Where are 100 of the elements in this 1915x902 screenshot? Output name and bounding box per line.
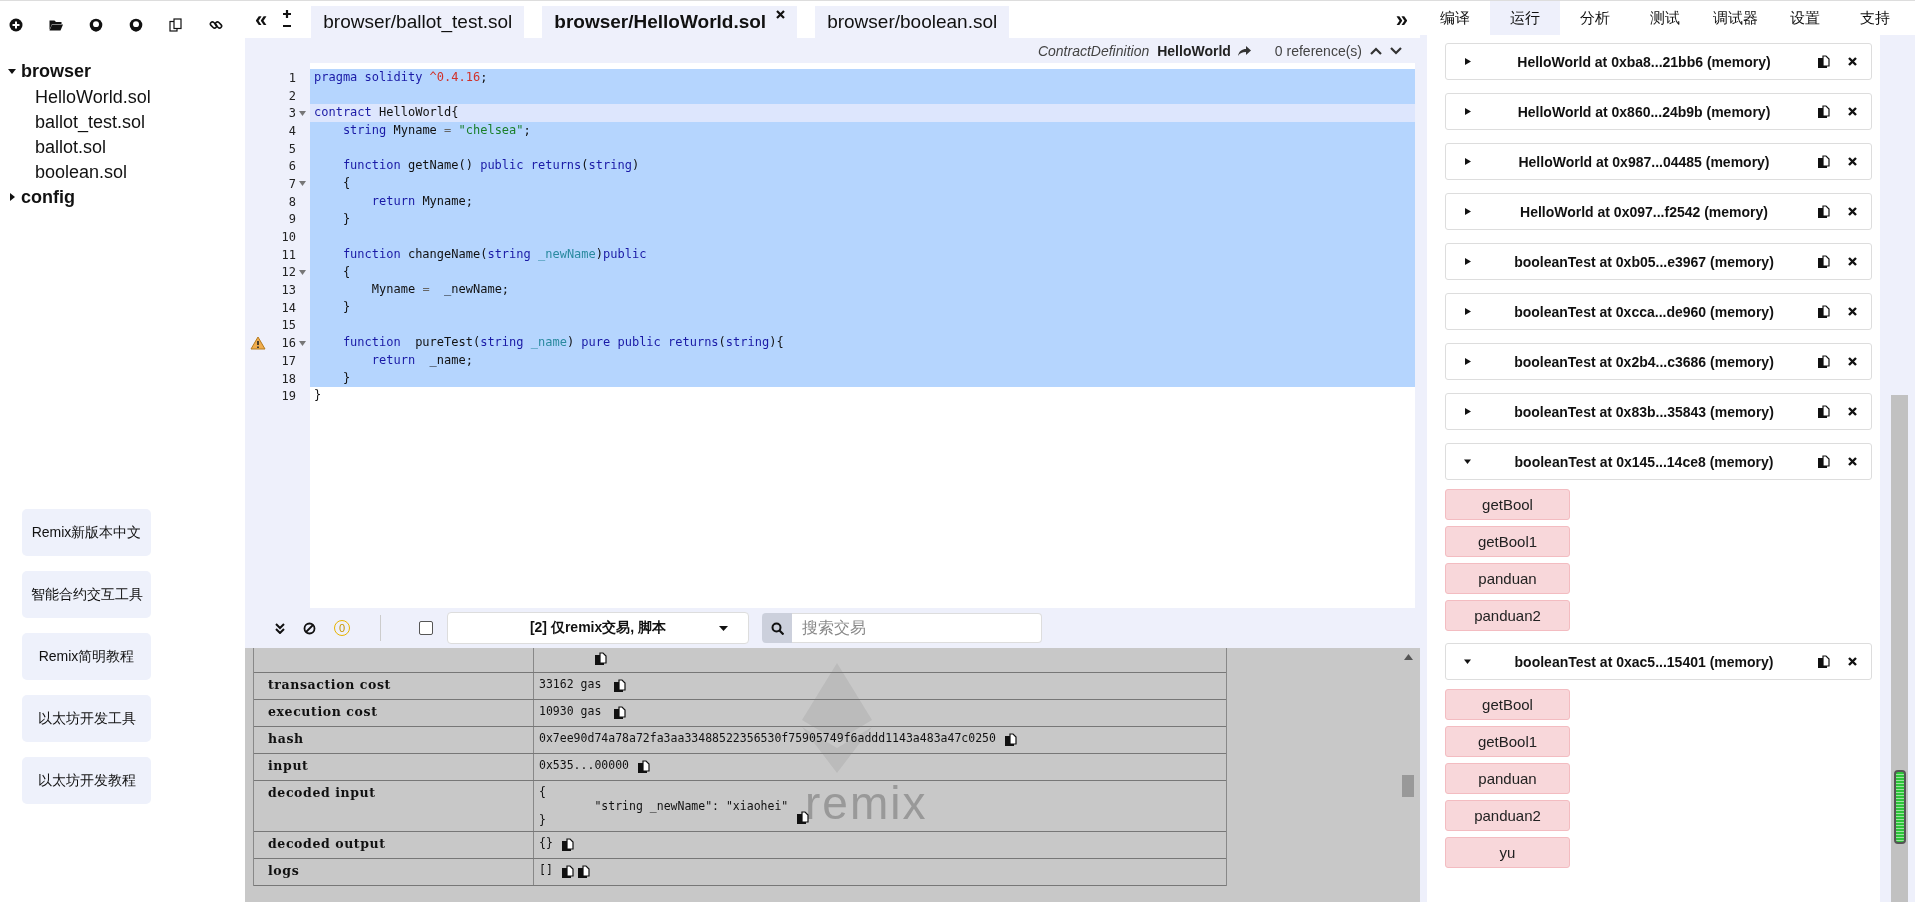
close-icon[interactable]: [1848, 457, 1857, 466]
close-icon[interactable]: [1848, 407, 1857, 416]
close-icon[interactable]: [1848, 657, 1857, 666]
instance-header[interactable]: booleanTest at 0xac5...15401 (memory): [1445, 643, 1872, 680]
function-button[interactable]: getBool: [1445, 689, 1570, 720]
function-button[interactable]: yu: [1445, 837, 1570, 868]
panel-tab[interactable]: 支持: [1840, 1, 1910, 35]
fold-icon[interactable]: [298, 340, 306, 346]
caret-icon[interactable]: [1464, 208, 1471, 215]
close-icon[interactable]: [1848, 357, 1857, 366]
link-button[interactable]: 智能合约交互工具: [22, 571, 151, 618]
filter-dropdown[interactable]: [2] 仅remix交易, 脚本: [447, 612, 749, 644]
caret-icon[interactable]: [1464, 258, 1471, 265]
copy-icon[interactable]: [1817, 54, 1830, 69]
link-icon[interactable]: [209, 18, 223, 32]
editor-tab[interactable]: browser/ballot_test.sol: [311, 6, 525, 38]
caret-icon[interactable]: [1464, 658, 1471, 665]
link-button[interactable]: Remix简明教程: [22, 633, 151, 680]
function-button[interactable]: getBool1: [1445, 526, 1570, 557]
copy-icon[interactable]: [1817, 254, 1830, 269]
file-item[interactable]: boolean.sol: [8, 160, 245, 185]
file-item[interactable]: ballot_test.sol: [8, 110, 245, 135]
panel-tab[interactable]: 调试器: [1700, 1, 1770, 35]
function-button[interactable]: panduan2: [1445, 800, 1570, 831]
file-item[interactable]: HelloWorld.sol: [8, 85, 245, 110]
editor-tab[interactable]: browser/boolean.sol: [815, 6, 1010, 38]
scroll-up-icon[interactable]: [1403, 654, 1413, 660]
close-icon[interactable]: [1848, 257, 1857, 266]
instance-header[interactable]: booleanTest at 0xb05...e3967 (memory): [1445, 243, 1872, 280]
fold-icon[interactable]: [298, 269, 306, 275]
function-button[interactable]: getBool: [1445, 489, 1570, 520]
caret-icon[interactable]: [1464, 58, 1471, 65]
copy-icon[interactable]: [1817, 104, 1830, 119]
copy-icon[interactable]: [613, 679, 627, 693]
folder-name[interactable]: config: [21, 186, 75, 208]
close-icon[interactable]: [776, 10, 786, 19]
close-icon[interactable]: [1848, 157, 1857, 166]
instance-header[interactable]: HelloWorld at 0x860...24b9b (memory): [1445, 93, 1872, 130]
function-button[interactable]: panduan: [1445, 763, 1570, 794]
scroll-handle[interactable]: [1894, 770, 1906, 844]
copy-icon[interactable]: [1817, 454, 1830, 469]
instance-header[interactable]: booleanTest at 0x83b...35843 (memory): [1445, 393, 1872, 430]
folder-name[interactable]: browser: [21, 60, 92, 82]
copy-icon[interactable]: [796, 811, 810, 825]
close-icon[interactable]: [1848, 57, 1857, 66]
copy-icon[interactable]: [1817, 354, 1830, 369]
instance-header[interactable]: booleanTest at 0x2b4...c3686 (memory): [1445, 343, 1872, 380]
panel-tab[interactable]: 运行: [1490, 1, 1560, 35]
collapse-right-button[interactable]: »: [1395, 6, 1408, 33]
copy-icon[interactable]: [560, 838, 574, 852]
chevron-down-icon[interactable]: [1390, 46, 1402, 55]
caret-icon[interactable]: [1464, 308, 1471, 315]
file-item[interactable]: ballot.sol: [8, 135, 245, 160]
copy-icon[interactable]: [594, 652, 607, 666]
caret-icon[interactable]: [1464, 408, 1471, 415]
scrollbar-thumb[interactable]: [1402, 775, 1414, 797]
filter-checkbox[interactable]: [419, 621, 433, 635]
search-button[interactable]: [762, 613, 792, 643]
caret-icon[interactable]: [1464, 108, 1471, 115]
copy-icon[interactable]: [169, 18, 183, 32]
scrollbar-thumb[interactable]: [1891, 395, 1908, 902]
link-button[interactable]: 以太坊开发工具: [22, 695, 151, 742]
copy-icon[interactable]: [560, 865, 574, 879]
function-button[interactable]: panduan: [1445, 563, 1570, 594]
instance-header[interactable]: HelloWorld at 0x097...f2542 (memory): [1445, 193, 1872, 230]
panel-tab[interactable]: 分析: [1560, 1, 1630, 35]
instance-header[interactable]: booleanTest at 0x145...14ce8 (memory): [1445, 443, 1872, 480]
copy-icon[interactable]: [637, 760, 650, 774]
panel-tab[interactable]: 设置: [1770, 1, 1840, 35]
link-button[interactable]: 以太坊开发教程: [22, 757, 151, 804]
link-button[interactable]: Remix新版本中文: [22, 509, 151, 556]
instance-header[interactable]: booleanTest at 0xcca...de960 (memory): [1445, 293, 1872, 330]
instance-header[interactable]: HelloWorld at 0x987...04485 (memory): [1445, 143, 1872, 180]
fold-icon[interactable]: [298, 181, 306, 187]
caret-icon[interactable]: [1464, 158, 1471, 165]
copy-icon[interactable]: [613, 706, 627, 720]
instance-header[interactable]: HelloWorld at 0xba8...21bb6 (memory): [1445, 43, 1872, 80]
copy-icon[interactable]: [1817, 304, 1830, 319]
copy-icon[interactable]: [576, 865, 590, 879]
panel-tab[interactable]: 编译: [1420, 1, 1490, 35]
caret-icon[interactable]: [8, 193, 16, 201]
copy-icon[interactable]: [1817, 204, 1830, 219]
clear-icon[interactable]: [303, 621, 316, 635]
chevron-up-icon[interactable]: [1370, 46, 1382, 55]
add-icon[interactable]: [9, 18, 23, 32]
search-field[interactable]: 搜索交易: [792, 613, 1042, 643]
close-icon[interactable]: [1848, 107, 1857, 116]
close-icon[interactable]: [1848, 307, 1857, 316]
caret-icon[interactable]: [8, 67, 16, 75]
share-icon[interactable]: [1236, 44, 1251, 57]
copy-icon[interactable]: [1817, 404, 1830, 419]
function-button[interactable]: panduan2: [1445, 600, 1570, 631]
folder-icon[interactable]: [49, 18, 63, 32]
panel-tab[interactable]: 测试: [1630, 1, 1700, 35]
fold-icon[interactable]: [298, 110, 306, 116]
caret-icon[interactable]: [1464, 358, 1471, 365]
editor-tab[interactable]: browser/HelloWorld.sol: [542, 6, 798, 38]
copy-icon[interactable]: [1003, 733, 1017, 747]
copy-icon[interactable]: [1817, 154, 1830, 169]
copy-icon[interactable]: [1817, 654, 1830, 669]
